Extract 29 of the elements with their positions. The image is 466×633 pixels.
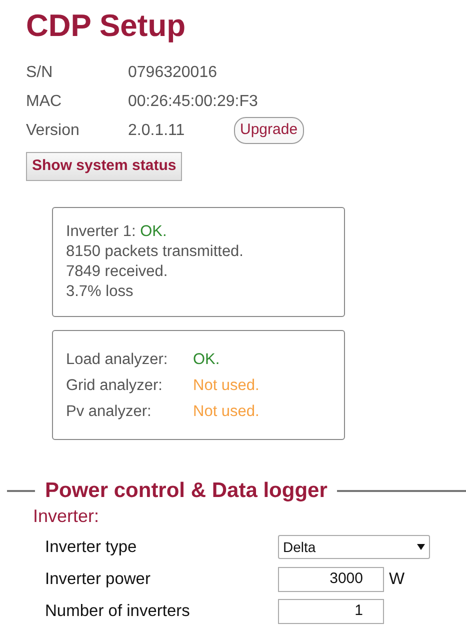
field-label: Inverter type: [45, 537, 138, 557]
page-title: CDP Setup: [26, 8, 187, 44]
field-label: Inverter power: [45, 569, 152, 589]
unit-label: W: [389, 569, 405, 589]
analyzer-label: Grid analyzer:: [66, 376, 164, 396]
info-value: 2.0.1.11: [128, 120, 186, 140]
show-status-button[interactable]: Show system status: [26, 152, 182, 181]
section-title: Power control & Data logger: [44, 478, 328, 504]
analyzer-status: OK.: [193, 350, 220, 370]
number-field[interactable]: 1: [278, 598, 384, 624]
status-text: 3.7% loss: [66, 282, 134, 302]
analyzer-status: Not used.: [193, 402, 260, 422]
upgrade-button[interactable]: Upgrade: [234, 117, 304, 144]
info-value: 0796320016: [128, 62, 218, 82]
info-label: MAC: [26, 92, 63, 112]
info-label: S/N: [26, 62, 54, 82]
analyzer-label: Load analyzer:: [66, 350, 169, 370]
info-label: Version: [26, 120, 80, 140]
inverter-type-select[interactable]: Delta: [278, 535, 430, 559]
analyzer-status: Not used.: [193, 376, 260, 396]
inverter-status-line: Inverter 1: OK.: [66, 222, 168, 242]
status-text: 8150 packets transmitted.: [66, 242, 244, 262]
analyzer-label: Pv analyzer:: [66, 402, 152, 422]
status-text: 7849 received.: [66, 262, 169, 282]
number-field[interactable]: 3000: [278, 566, 384, 592]
field-label: Number of inverters: [45, 601, 191, 621]
section-subtitle: Inverter:: [32, 505, 100, 527]
info-value: 00:26:45:00:29:F3: [128, 92, 258, 112]
dropdown-arrow-icon: [417, 544, 425, 550]
